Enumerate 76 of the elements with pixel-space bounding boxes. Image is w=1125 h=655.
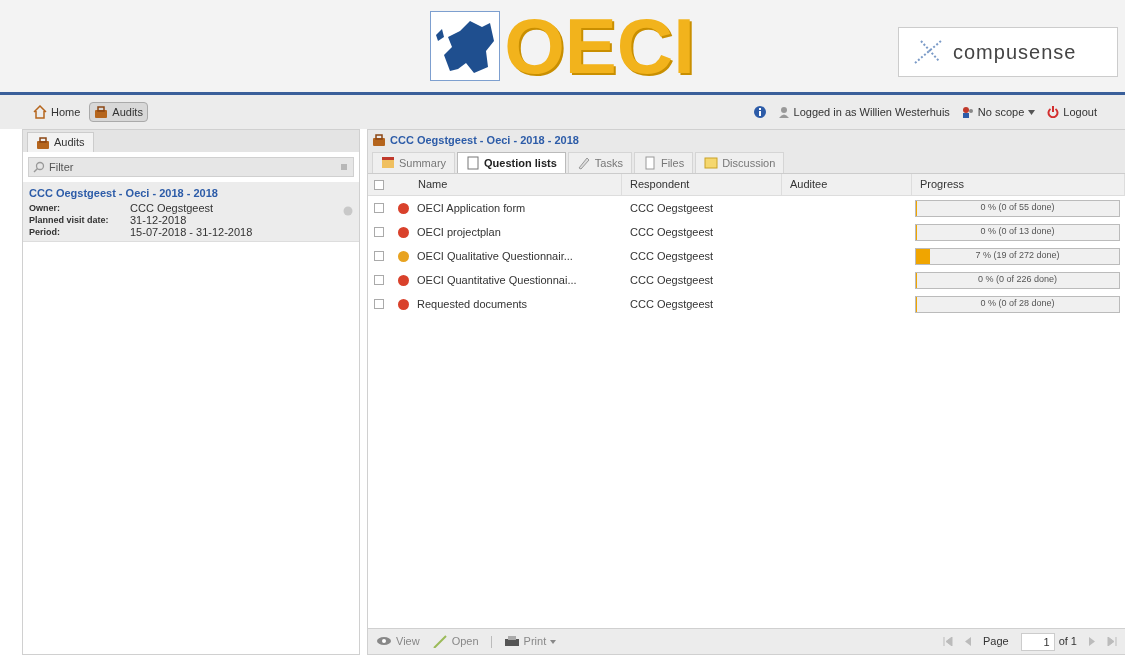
nav-tab[interactable]: Audits <box>89 102 148 122</box>
select-all-checkbox[interactable] <box>374 179 384 190</box>
partner-logo-text: compusense <box>953 40 1077 65</box>
field-label: Planned visit date: <box>29 213 110 226</box>
panel-title: CCC Oegstgeest - Oeci - 2018 - 2018 <box>390 132 579 148</box>
house-icon <box>33 105 47 119</box>
field-value: 31-12-2018 <box>130 213 187 226</box>
panel-tab[interactable]: Files <box>633 152 694 173</box>
table-cell-text: OECI Quantitative Questionnai... <box>417 272 577 288</box>
field-label: Period: <box>29 225 61 238</box>
power-icon <box>1047 106 1060 118</box>
eye-icon <box>376 635 392 648</box>
search-icon <box>33 161 45 173</box>
table-cell-text: OECI Qualitative Questionnair... <box>417 248 573 264</box>
briefcase-icon <box>36 135 50 150</box>
panel-tab[interactable]: Discussion <box>695 152 785 173</box>
column-header[interactable]: Auditee <box>790 176 828 193</box>
table-cell: CCC Oegstgeest <box>630 249 714 262</box>
field-value: 15-07-2018 - 31-12-2018 <box>130 225 253 238</box>
previous-page-icon <box>964 637 971 646</box>
tab-icon <box>466 156 481 170</box>
circle-icon <box>343 206 353 217</box>
audit-card[interactable]: CCC Oegstgeest - Oeci - 2018 - 2018 Owner: CCC Oegstgeest Planned visit date: 31-12-2018 Period: 15-07-2018 - 31-12-2018 <box>23 182 359 242</box>
logo-text: OECI <box>504 7 695 85</box>
table-cell-text: OECI Application form <box>417 200 526 216</box>
column-header[interactable]: Progress <box>920 176 965 193</box>
page-label: Page <box>982 634 1009 650</box>
briefcase-icon <box>372 133 386 147</box>
progress-label: 0 % (0 of 55 done) <box>979 201 1056 215</box>
info-icon <box>753 106 766 118</box>
field-value: CCC Oegstgeest <box>130 201 214 214</box>
printer-icon <box>503 635 520 648</box>
row-checkbox[interactable] <box>374 275 384 285</box>
progress-label: 7 % (19 of 272 done) <box>974 249 1061 263</box>
filter-field[interactable]: Filter <box>28 157 354 177</box>
table-cell-text: Requested documents <box>417 296 528 312</box>
europe-map-icon <box>430 11 501 81</box>
page-field[interactable]: 1 <box>1020 632 1055 651</box>
last-page-icon <box>1107 637 1117 646</box>
table-cell: CCC Oegstgeest <box>630 201 714 214</box>
progress-label: 0 % (0 of 28 done) <box>979 297 1056 311</box>
user-icon <box>777 106 790 118</box>
next-page-icon <box>1089 637 1095 646</box>
pencil-icon <box>431 635 448 648</box>
logout-button[interactable]: Logout <box>1047 103 1097 121</box>
nav-tab[interactable]: Home <box>28 102 86 122</box>
scope-dropdown[interactable]: No scope <box>961 103 1036 121</box>
row-checkbox[interactable] <box>374 299 384 309</box>
caret-icon <box>550 639 557 644</box>
column-header[interactable]: Respondent <box>630 176 690 193</box>
user-label: Logged in as Willien Westerhuis <box>793 104 950 120</box>
progress-label: 0 % (0 of 226 done) <box>976 273 1059 287</box>
panel-tab[interactable]: Summary <box>372 152 456 173</box>
page-count: of 1 <box>1058 634 1077 650</box>
progress-label: 0 % (0 of 13 done) <box>979 225 1056 239</box>
caret-icon <box>1028 109 1036 115</box>
audit-title: CCC Oegstgeest - Oeci - 2018 - 2018 <box>29 186 219 201</box>
row-checkbox[interactable] <box>374 203 384 213</box>
tab-icon <box>704 156 719 170</box>
user-group-icon <box>961 106 974 118</box>
first-page-icon <box>942 637 953 646</box>
table-cell-text: OECI projectplan <box>417 224 501 240</box>
tab-icon <box>381 156 395 170</box>
briefcase-icon <box>94 105 109 119</box>
panel-tab[interactable]: Tasks <box>567 152 632 173</box>
field-label: Owner: <box>29 201 61 214</box>
tab-icon <box>642 156 657 170</box>
table-cell: CCC Oegstgeest <box>630 273 714 286</box>
column-header[interactable]: Name <box>418 176 448 193</box>
sidebar-tab[interactable]: Audits <box>27 132 94 152</box>
tab-icon <box>576 156 591 170</box>
panel-tab[interactable]: Question lists <box>457 152 566 173</box>
row-checkbox[interactable] <box>374 227 384 237</box>
row-checkbox[interactable] <box>374 251 384 261</box>
table-cell: CCC Oegstgeest <box>630 297 714 310</box>
table-cell: CCC Oegstgeest <box>630 225 714 238</box>
